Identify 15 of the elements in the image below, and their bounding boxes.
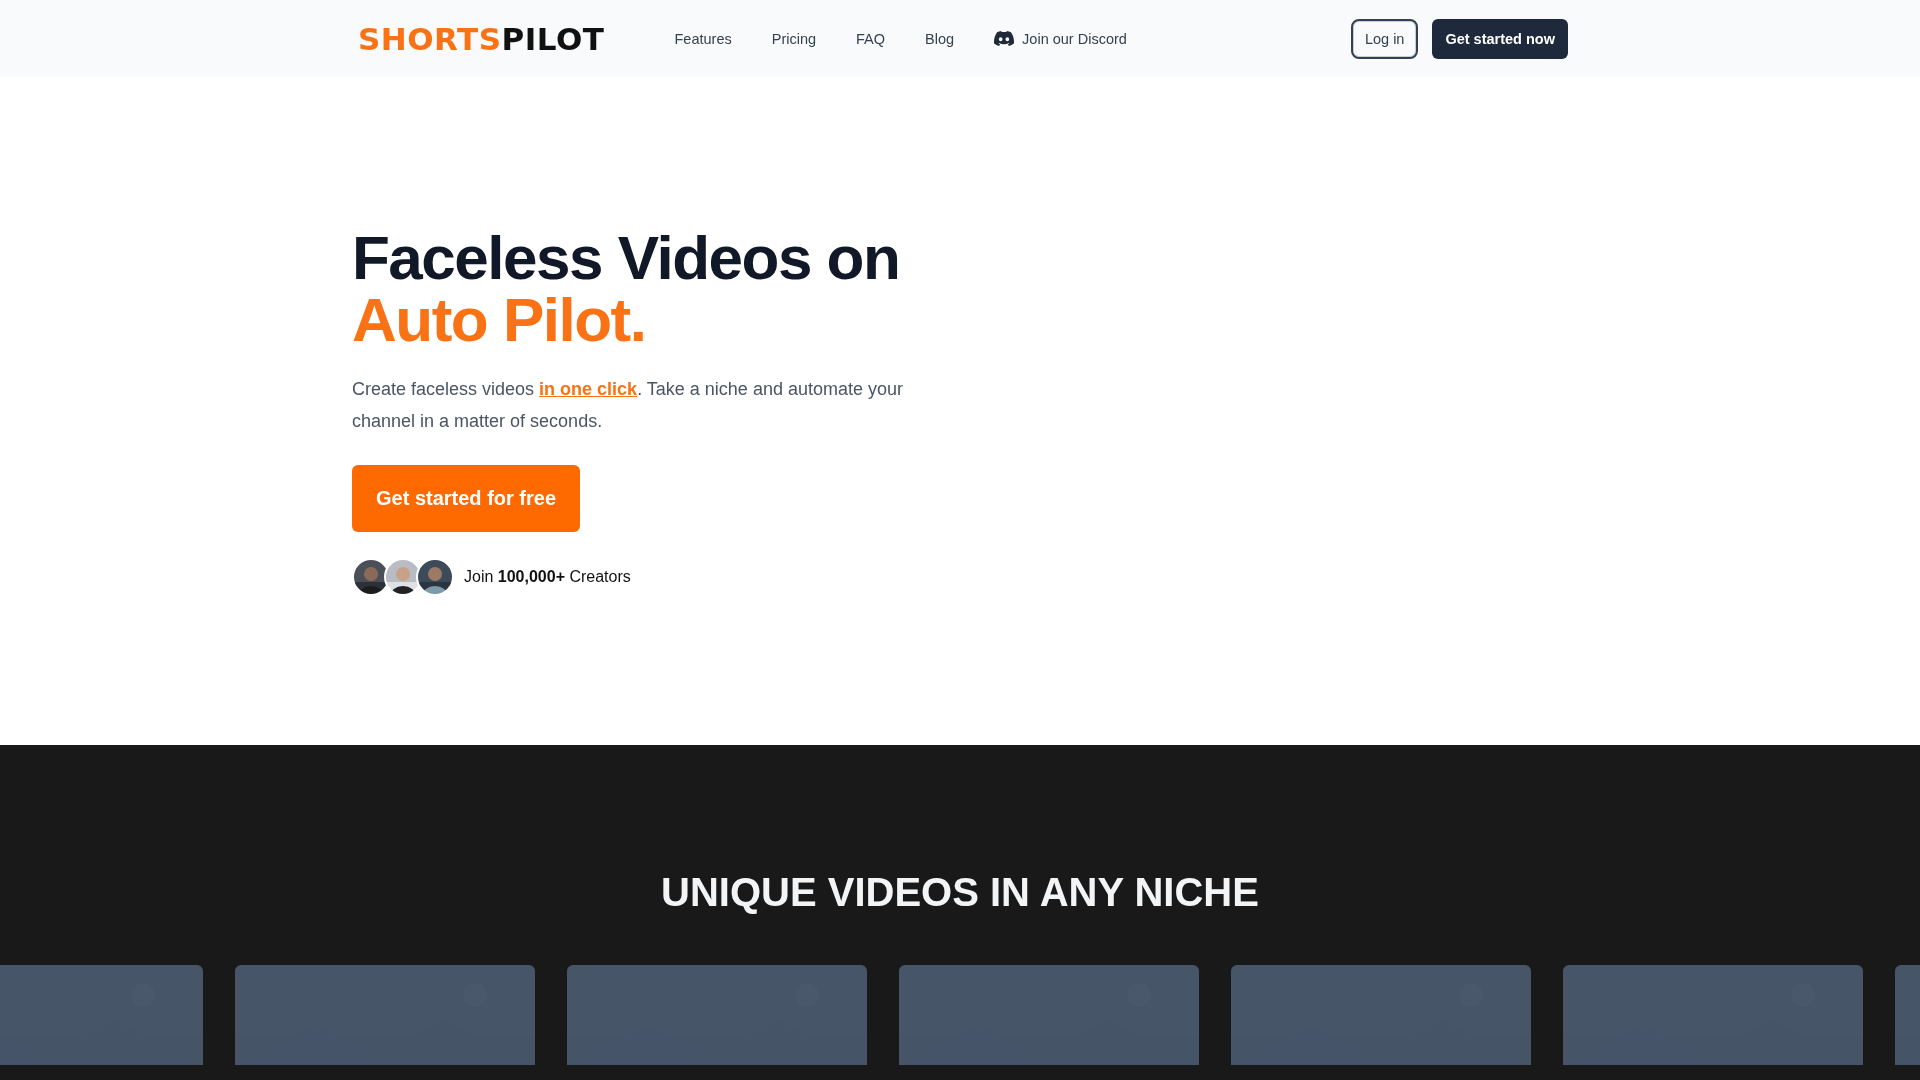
discord-label: Join our Discord — [1022, 30, 1127, 47]
login-button[interactable]: Log in — [1350, 18, 1419, 59]
nav-link[interactable]: FAQ — [856, 30, 886, 47]
nav-link[interactable]: Features — [674, 30, 732, 47]
section-title: UNIQUE VIDEOS IN ANY NICHE — [660, 870, 1260, 915]
get-started-button[interactable]: Get started now — [1432, 18, 1568, 59]
social-proof-text: Join 100,000+ Creators — [464, 568, 631, 586]
hero-title: Faceless Videos on — [352, 227, 900, 289]
discord-link[interactable]: Join our Discord — [994, 30, 1127, 47]
hero-title-accent: Auto Pilot. — [352, 289, 646, 351]
discord-icon — [994, 31, 1015, 46]
logo[interactable]: SHORTSPILOT — [358, 20, 605, 57]
nav-link[interactable]: Pricing — [771, 30, 817, 47]
hero-description: Create faceless videos in one click. Take a niche and automate your channel in a matter of seconds. — [352, 378, 904, 433]
nav-link[interactable]: Blog — [925, 30, 955, 47]
